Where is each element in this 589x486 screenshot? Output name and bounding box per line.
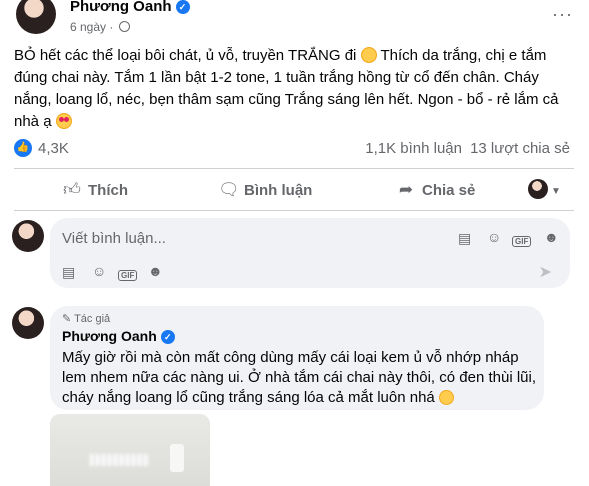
emoji-icon[interactable]: ☺ [92,263,106,279]
post-text: BỎ hết các thể loại bôi chát, ủ vỗ, truy… [14,47,559,130]
heart-eyes-emoji-icon [55,113,72,129]
post-time[interactable]: 6 ngày · [70,20,130,34]
reply-photo[interactable] [50,414,210,486]
sticker-icon[interactable]: ☻ [148,263,163,279]
thumbs-up-icon: 👍︎ [63,180,81,199]
action-bar: 👍︎ Thích 🗨︎ Bình luận ➦ Chia sẻ ▼ [14,171,574,209]
share-button[interactable]: ➦ Chia sẻ [396,171,475,209]
author-tag: ✎ Tác giả [62,313,111,325]
avatar-sticker-icon[interactable]: ☻ [544,229,559,245]
blurred-label [90,454,150,466]
wink-emoji-icon [360,47,377,63]
emoji-icon[interactable]: ☺ [487,229,501,245]
reply-text: Mấy giờ rồi mà còn mất công dùng mấy cái… [62,349,537,406]
more-icon[interactable]: ··· [552,4,573,25]
author-avatar[interactable] [16,0,56,34]
reply-comment: ✎ Tác giả Phương Oanh ✓ Mấy giờ rồi mà cò… [50,306,544,410]
verified-icon: ✓ [175,0,190,14]
send-icon[interactable]: ➤ [539,262,552,282]
post-stats: 👍 4,3K 1,1K bình luận 13 lượt chia sẻ [14,138,574,160]
reaction-profile-button[interactable]: ▼ [528,171,561,209]
share-icon: ➦ [398,180,414,199]
reply-author-name[interactable]: Phương Oanh ✓ [62,328,175,344]
globe-icon [118,21,130,32]
pencil-icon: ✎ [62,313,72,325]
gif-icon[interactable]: GIF [118,265,138,281]
post-header: Phương Oanh ✓ 6 ngày · ··· [10,0,589,40]
like-count[interactable]: 4,3K [38,140,69,157]
verified-icon: ✓ [160,330,175,344]
gif-icon[interactable]: GIF [512,231,532,247]
current-user-avatar[interactable] [12,220,44,252]
author-name[interactable]: Phương Oanh ✓ [70,0,190,15]
sticker-icon[interactable]: ▤ [458,230,471,247]
avatar [528,179,548,199]
divider [14,168,574,169]
comment-count[interactable]: 1,1K bình luận [365,140,462,157]
bottle-image [170,444,184,472]
comment-button[interactable]: 🗨︎ Bình luận [218,171,312,209]
reply-author-avatar[interactable] [12,307,44,339]
share-count[interactable]: 13 lượt chia sẻ [470,140,570,157]
camera-icon[interactable]: ▤ [62,264,75,281]
divider [14,210,574,211]
comment-composer[interactable]: Viết bình luận... ▤ ☺ GIF ☻ ▤ ☺ GIF ☻ ➤ [50,218,570,288]
comment-icon: 🗨︎ [218,180,240,199]
like-button[interactable]: 👍︎ Thích [62,171,128,209]
smile-emoji-icon [438,390,454,405]
like-icon[interactable]: 👍 [14,139,32,157]
comment-input[interactable]: Viết bình luận... [62,230,166,247]
chevron-down-icon: ▼ [551,186,561,197]
